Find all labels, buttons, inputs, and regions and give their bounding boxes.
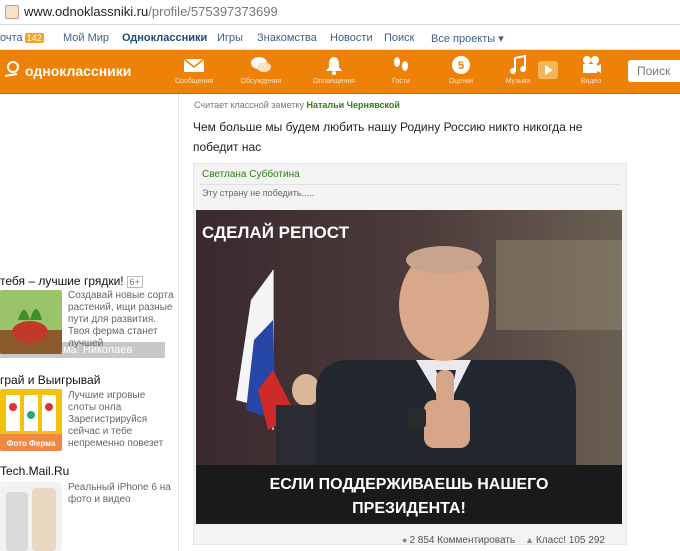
- shared-quote: Эту страну не победить.....: [202, 188, 315, 198]
- brand-name: одноклассники: [25, 63, 132, 79]
- nav-label: Гости: [392, 78, 410, 85]
- nav-video[interactable]: Видео: [563, 55, 619, 85]
- topnav-search[interactable]: Поиск: [384, 32, 414, 44]
- like-button[interactable]: ▲ Класс! 105 292: [525, 535, 605, 546]
- ad-title[interactable]: Tech.Mail.Ru: [0, 464, 69, 478]
- shared-author-link[interactable]: Светлана Субботина: [202, 169, 300, 180]
- ad-description: Реальный iPhone 6 на фото и видео: [68, 482, 171, 505]
- topnav-odnoklassniki[interactable]: Одноклассники: [122, 32, 207, 44]
- svg-text:Фото Ферма: Фото Ферма: [7, 439, 56, 448]
- url-path: /profile/575397373699: [148, 4, 278, 19]
- post-meta: Считает классной заметку Натальи Чернявс…: [194, 100, 400, 110]
- site-favicon-icon: [5, 5, 19, 19]
- image-top-caption: СДЕЛАЙ РЕПОСТ: [202, 223, 350, 242]
- divider: [200, 184, 620, 185]
- video-camera-icon: [583, 56, 601, 73]
- bell-icon: [326, 57, 342, 75]
- left-column: Реклама: Николаев тебя – лучшие грядки! 6…: [0, 94, 179, 551]
- image-bottom-caption-line1: ЕСЛИ ПОДДЕРЖИВАЕШЬ НАШЕГО: [270, 476, 549, 493]
- nav-discussions[interactable]: Обсуждения: [233, 55, 289, 85]
- note-text: Чем больше мы будем любить нашу Родину Р…: [193, 120, 583, 154]
- ad-slots-image[interactable]: Фото Ферма: [0, 389, 62, 451]
- footprints-icon: [394, 57, 408, 71]
- comment-text: 2 854 Комментировать: [409, 535, 516, 546]
- age-rating-badge: 6+: [126, 276, 143, 288]
- ad-title[interactable]: грай и Выигрывай: [0, 373, 100, 387]
- envelope-icon: [183, 58, 205, 72]
- post-actions: ● 2 854 Комментировать ▲ Класс! 105 292: [402, 535, 605, 546]
- topnav-games[interactable]: Игры: [217, 32, 243, 44]
- mail-link[interactable]: очта 142: [0, 32, 44, 44]
- comment-button[interactable]: ● 2 854 Комментировать: [402, 535, 515, 546]
- chat-bubbles-icon: [251, 57, 271, 72]
- image-bottom-caption-line2: ПРЕЗИДЕНТА!: [352, 500, 466, 517]
- comment-icon: ●: [402, 535, 408, 545]
- ad-description: Лучшие игровые слоты онла Зарегистрируйс…: [68, 390, 164, 449]
- rating-5-icon: 5: [452, 56, 470, 74]
- shared-post-card[interactable]: Светлана Субботина Эту страну не победит…: [193, 163, 627, 545]
- topnav-dating[interactable]: Знакомства: [257, 32, 317, 44]
- ad-title[interactable]: тебя – лучшие грядки! 6+: [0, 274, 143, 288]
- thumbs-up-icon: ▲: [525, 535, 535, 545]
- mail-label: очта: [0, 32, 23, 44]
- column-divider: [178, 94, 179, 551]
- topnav-news[interactable]: Новости: [330, 32, 373, 44]
- mail-count-badge: 142: [24, 33, 44, 43]
- feed: Считает классной заметку Натальи Чернявс…: [182, 94, 680, 551]
- play-icon[interactable]: [538, 61, 558, 79]
- ad-title-text: тебя – лучшие грядки!: [0, 274, 124, 288]
- url-text[interactable]: www.odnoklassniki.ru/profile/57539737369…: [24, 4, 278, 19]
- post-photo[interactable]: СДЕЛАЙ РЕПОСТ ЕСЛИ ПОДДЕРЖИВАЕШЬ НАШЕГО …: [196, 210, 622, 524]
- portal-topnav: очта 142 Мой Мир Одноклассники Игры Знако…: [0, 25, 680, 50]
- url-host: www.odnoklassniki.ru: [24, 4, 149, 19]
- nav-guests[interactable]: Гости: [373, 55, 429, 85]
- nav-ratings[interactable]: 5 Оценки: [433, 55, 489, 85]
- site-header: одноклассники Сообщения Обсуждения Опове…: [0, 50, 680, 94]
- nav-label: Музыка: [505, 78, 531, 85]
- nav-label: Оповещения: [313, 78, 355, 85]
- nav-messages[interactable]: Сообщения: [166, 55, 222, 85]
- music-note-icon: [510, 55, 526, 74]
- nav-label: Сообщения: [175, 78, 213, 85]
- browser-address-bar[interactable]: www.odnoklassniki.ru/profile/57539737369…: [0, 0, 680, 25]
- meta-prefix: Считает классной заметку: [194, 100, 304, 110]
- like-text: Класс! 105 292: [536, 535, 605, 546]
- topnav-moi-mir[interactable]: Мой Мир: [63, 32, 109, 44]
- brand-logo[interactable]: одноклассники: [4, 61, 131, 81]
- nav-label: Обсуждения: [240, 78, 282, 85]
- search-input[interactable]: Поиск: [628, 60, 680, 82]
- topnav-all-projects[interactable]: Все проекты ▾: [431, 32, 504, 45]
- ad-description: Создавай новые сорта растений, ищи разны…: [68, 290, 174, 349]
- ok-logo-icon: [4, 61, 20, 81]
- nav-label: Оценки: [448, 78, 474, 85]
- ad-iphone-image[interactable]: [0, 482, 62, 551]
- svg-text:5: 5: [458, 60, 464, 72]
- ad-garden-image[interactable]: [0, 290, 62, 354]
- friend-name-link[interactable]: Натальи Чернявской: [306, 100, 399, 110]
- nav-label: Видео: [580, 78, 602, 85]
- nav-notifications[interactable]: Оповещения: [306, 55, 362, 85]
